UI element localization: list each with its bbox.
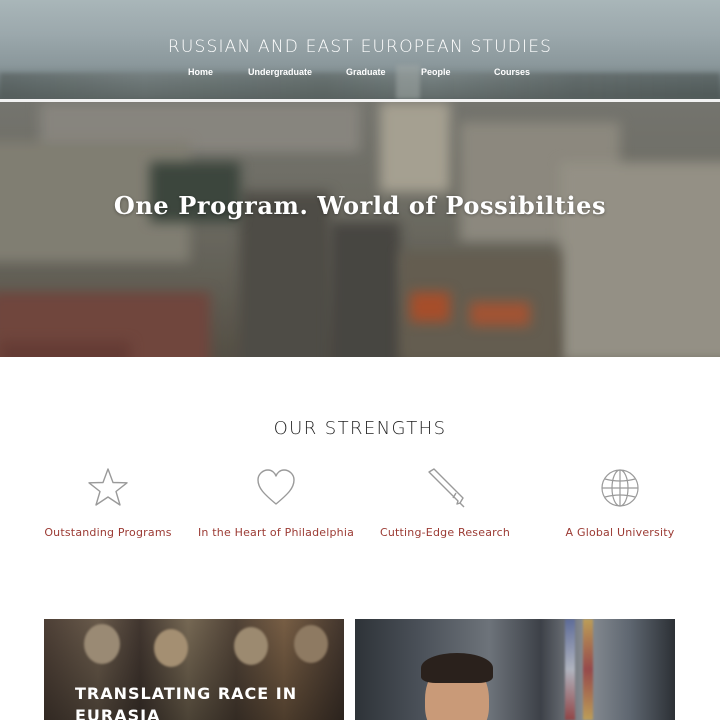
hero-heading: One Program. World of Possibilties bbox=[113, 191, 607, 220]
site-header: RUSSIAN AND EAST EUROPEAN STUDIES Home U… bbox=[0, 0, 720, 99]
feature-card-translating-race[interactable]: TRANSLATING RACE IN EURASIA bbox=[44, 619, 344, 720]
heart-icon bbox=[257, 469, 295, 505]
nav-graduate[interactable]: Graduate bbox=[346, 67, 386, 77]
nav-courses[interactable]: Courses bbox=[494, 67, 530, 77]
pencil-icon bbox=[428, 468, 465, 508]
nav-home[interactable]: Home bbox=[188, 67, 213, 77]
strength-label[interactable]: Cutting-Edge Research bbox=[355, 526, 535, 539]
strength-heart-of-philadelphia[interactable]: In the Heart of Philadelphia bbox=[186, 466, 366, 539]
card-title[interactable]: TRANSLATING RACE IN EURASIA bbox=[75, 683, 315, 720]
strength-outstanding-programs[interactable]: Outstanding Programs bbox=[18, 466, 198, 539]
strengths-title: OUR STRENGTHS bbox=[273, 418, 447, 439]
site-title[interactable]: RUSSIAN AND EAST EUROPEAN STUDIES bbox=[0, 37, 720, 57]
nav-people[interactable]: People bbox=[421, 67, 451, 77]
card-photo-image bbox=[355, 619, 675, 720]
globe-icon bbox=[601, 469, 639, 507]
nav-undergraduate[interactable]: Undergraduate bbox=[248, 67, 312, 77]
strength-global-university[interactable]: A Global University bbox=[530, 466, 710, 539]
strength-label[interactable]: In the Heart of Philadelphia bbox=[186, 526, 366, 539]
strength-label[interactable]: Outstanding Programs bbox=[18, 526, 198, 539]
star-icon bbox=[88, 468, 128, 506]
feature-card-profile[interactable] bbox=[355, 619, 675, 720]
main-nav: Home Undergraduate Graduate People Cours… bbox=[0, 67, 720, 81]
strength-label[interactable]: A Global University bbox=[530, 526, 710, 539]
strength-cutting-edge-research[interactable]: Cutting-Edge Research bbox=[355, 466, 535, 539]
hero-banner: One Program. World of Possibilties bbox=[0, 102, 720, 357]
